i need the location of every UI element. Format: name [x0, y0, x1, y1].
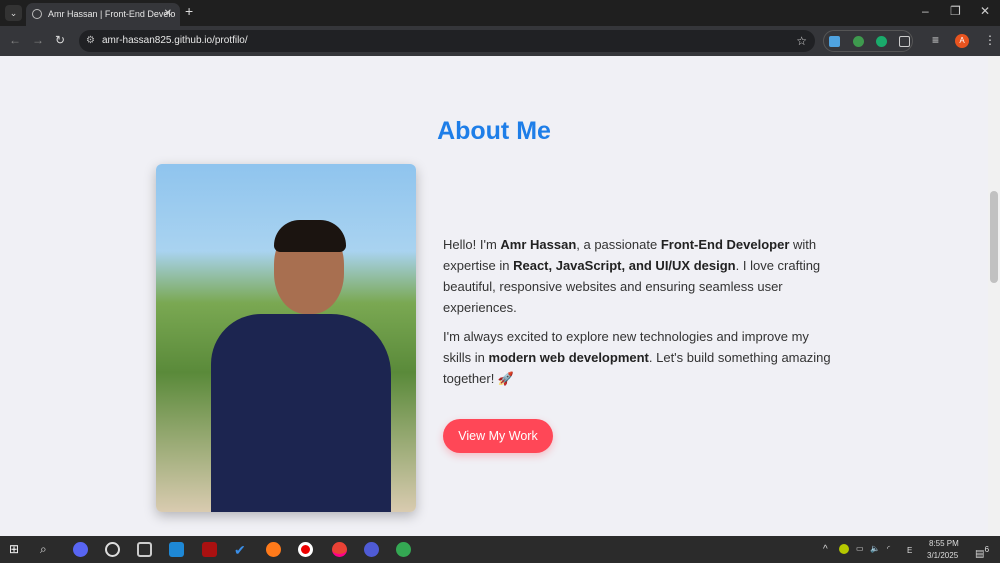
- language-indicator[interactable]: E: [907, 546, 912, 555]
- tray-chevron-icon[interactable]: ^: [823, 544, 828, 555]
- radio-extension-icon[interactable]: [829, 36, 840, 47]
- about-text: Hello! I'm Amr Hassan, a passionate Fron…: [443, 234, 838, 397]
- search-icon[interactable]: ⌕: [40, 542, 55, 557]
- url-text: amr-hassan825.github.io/protfilo/: [102, 35, 248, 46]
- tray-app-icon[interactable]: [839, 544, 849, 554]
- highlight-text: Amr Hassan: [500, 237, 577, 252]
- about-paragraph-1: Hello! I'm Amr Hassan, a passionate Fron…: [443, 234, 838, 318]
- teams-icon[interactable]: [364, 542, 379, 557]
- vscode-icon[interactable]: [169, 542, 184, 557]
- close-window-button[interactable]: ✕: [980, 4, 990, 18]
- browser-toolbar: ← → ↻ ⚙ amr-hassan825.github.io/protfilo…: [0, 26, 1000, 56]
- address-bar[interactable]: ⚙ amr-hassan825.github.io/protfilo/ ☆: [79, 30, 815, 52]
- forward-button[interactable]: →: [32, 33, 44, 47]
- extensions-area: [823, 30, 913, 52]
- android-extension-icon[interactable]: [853, 36, 864, 47]
- minimize-button[interactable]: –: [922, 4, 929, 18]
- todo-icon[interactable]: ✔: [234, 542, 249, 558]
- bookmark-star-icon[interactable]: ☆: [796, 30, 807, 52]
- view-my-work-button[interactable]: View My Work: [443, 419, 553, 453]
- chrome-icon[interactable]: [332, 542, 347, 557]
- taskbar: ⊞ ⌕ ✔ ^ ▭ 🔈 ◜ E 8:55 PM 3/1/2025 ▤6: [0, 536, 1000, 563]
- profile-avatar[interactable]: A: [955, 34, 969, 48]
- globe-icon: [32, 9, 42, 19]
- reload-button[interactable]: ↻: [55, 33, 65, 47]
- scrollbar[interactable]: [988, 56, 1000, 536]
- highlight-text: modern web development: [488, 350, 649, 365]
- body-text: Hello! I'm: [443, 237, 501, 252]
- volume-icon[interactable]: 🔈: [870, 544, 880, 553]
- highlight-text: Front-End Developer: [660, 237, 790, 252]
- notification-center-icon[interactable]: ▤6: [975, 544, 989, 559]
- menu-kebab-icon[interactable]: ⋮: [984, 33, 996, 47]
- about-paragraph-2: I'm always excited to explore new techno…: [443, 326, 838, 389]
- section-title: About Me: [437, 117, 551, 145]
- notification-count: 6: [984, 544, 990, 554]
- clock-time[interactable]: 8:55 PM: [929, 539, 959, 548]
- chrome-profile-icon[interactable]: [396, 542, 411, 557]
- battery-icon[interactable]: ▭: [856, 544, 864, 553]
- discord-icon[interactable]: [73, 542, 88, 557]
- media-control-icon[interactable]: ≡: [932, 33, 939, 47]
- tab-search-button[interactable]: ⌄: [5, 5, 22, 21]
- new-tab-button[interactable]: +: [185, 3, 193, 19]
- recorder-icon[interactable]: [298, 542, 313, 557]
- scrollbar-thumb[interactable]: [990, 191, 998, 283]
- puzzle-extensions-icon[interactable]: [899, 36, 910, 47]
- photo-figure-body: [211, 314, 391, 512]
- browser-tab[interactable]: Amr Hassan | Front-End Develo ✕: [26, 3, 180, 26]
- tab-strip: ⌄ Amr Hassan | Front-End Develo ✕ + – ❐ …: [0, 0, 1000, 26]
- close-tab-icon[interactable]: ✕: [164, 3, 172, 25]
- site-info-icon[interactable]: ⚙: [86, 30, 95, 52]
- app-red-icon[interactable]: [202, 542, 217, 557]
- grammarly-extension-icon[interactable]: [876, 36, 887, 47]
- wifi-icon[interactable]: ◜: [887, 544, 890, 553]
- restore-button[interactable]: ❐: [950, 4, 961, 18]
- profile-photo: [156, 164, 416, 512]
- photo-figure-hair: [274, 220, 346, 252]
- notion-icon[interactable]: [137, 542, 152, 557]
- firefox-icon[interactable]: [266, 542, 281, 557]
- app-icon[interactable]: [105, 542, 120, 557]
- body-text: , a passionate: [576, 237, 661, 252]
- tab-title: Amr Hassan | Front-End Develo: [48, 9, 176, 19]
- highlight-text: React, JavaScript, and UI/UX design: [513, 258, 736, 273]
- windows-start-icon[interactable]: ⊞: [9, 542, 24, 557]
- back-button[interactable]: ←: [9, 33, 21, 47]
- about-section: About Me Hello! I'm Amr Hassan, a passio…: [0, 56, 988, 536]
- clock-date[interactable]: 3/1/2025: [927, 551, 958, 560]
